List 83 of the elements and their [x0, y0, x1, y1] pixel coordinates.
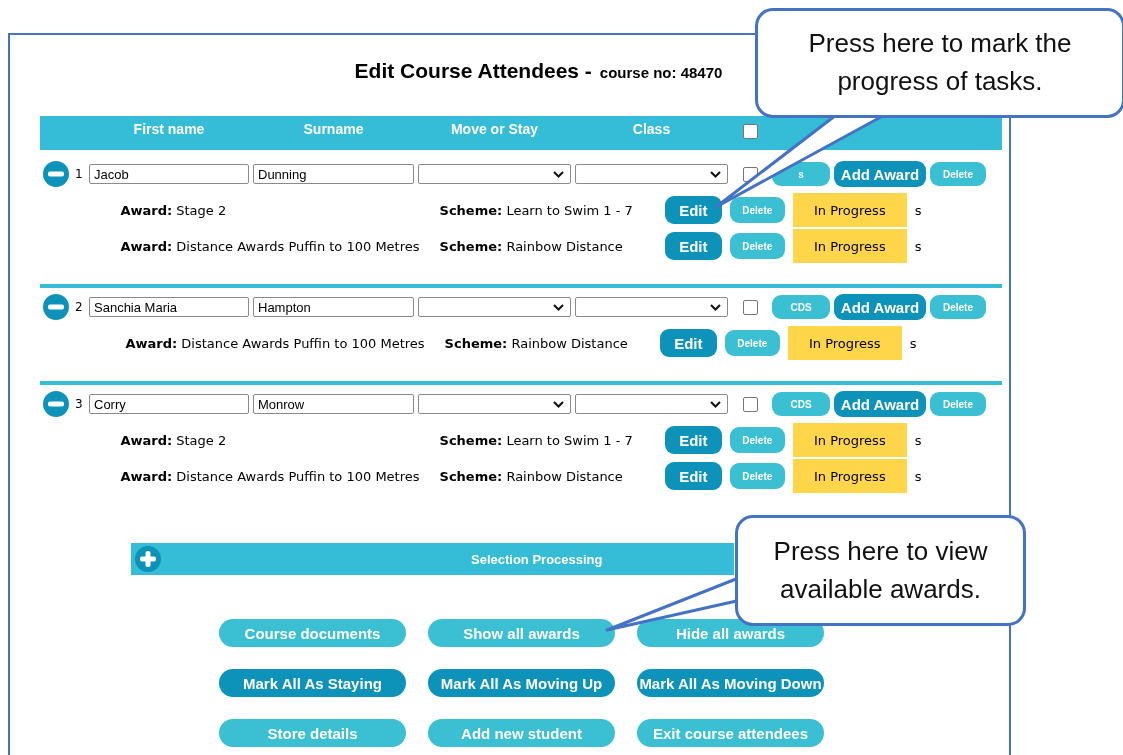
class-dropdown[interactable]	[575, 297, 728, 317]
edit-award-button[interactable]: Edit	[664, 232, 722, 260]
row-checkbox[interactable]	[742, 299, 758, 315]
award-text: Award: Distance Awards Puffin to 100 Metres	[120, 468, 421, 484]
chevron-down-icon	[710, 170, 721, 178]
action-button[interactable]: Exit course attendees	[637, 719, 824, 747]
chevron-down-icon	[710, 400, 721, 408]
collapse-icon[interactable]	[42, 293, 70, 321]
edit-award-button[interactable]: Edit	[664, 196, 722, 224]
action-button[interactable]: Show all awards	[428, 619, 615, 647]
delete-award-button[interactable]: Delete	[729, 463, 785, 489]
surname-field[interactable]: Dunning	[253, 164, 414, 184]
scheme-text: Scheme: Learn to Swim 1 - 7	[439, 432, 634, 448]
status-label[interactable]: In Progress	[792, 193, 907, 227]
row-number: 1	[75, 167, 83, 181]
column-header: Class	[631, 121, 672, 137]
class-dropdown[interactable]	[575, 394, 728, 414]
chevron-down-icon	[553, 303, 564, 311]
surname-field[interactable]: Hampton	[253, 297, 414, 317]
chevron-down-icon	[710, 303, 721, 311]
column-header: Surname	[302, 121, 365, 137]
action-button[interactable]: Add new student	[428, 719, 615, 747]
course-number: course no: 48470	[599, 64, 723, 81]
award-text: Award: Stage 2	[120, 202, 228, 218]
status-suffix: s	[914, 432, 922, 448]
column-header: Move or Stay	[449, 121, 540, 137]
move-or-stay-dropdown[interactable]	[418, 394, 571, 414]
scheme-text: Scheme: Rainbow Distance	[439, 238, 624, 254]
move-or-stay-dropdown[interactable]	[418, 297, 571, 317]
delete-student-button[interactable]: Delete	[930, 295, 986, 319]
add-award-button[interactable]: Add Award	[834, 391, 926, 417]
selection-processing-bar[interactable]: Selection Processing	[131, 543, 734, 575]
first-name-field[interactable]: Corry	[89, 394, 249, 414]
expand-icon[interactable]	[134, 545, 162, 573]
edit-award-button[interactable]: Edit	[664, 462, 722, 490]
cds-button[interactable]: CDS	[772, 392, 830, 416]
surname-field[interactable]: Monrow	[253, 394, 414, 414]
award-text: Award: Stage 2	[120, 432, 228, 448]
collapse-icon[interactable]	[42, 390, 70, 418]
class-dropdown[interactable]	[575, 164, 728, 184]
edit-award-button[interactable]: Edit	[664, 426, 722, 454]
scheme-text: Scheme: Rainbow Distance	[439, 468, 624, 484]
row-number: 3	[75, 397, 83, 411]
move-or-stay-dropdown[interactable]	[418, 164, 571, 184]
status-label[interactable]: In Progress	[787, 326, 902, 360]
action-button[interactable]: Store details	[219, 719, 406, 747]
chevron-down-icon	[553, 170, 564, 178]
action-button[interactable]: Course documents	[219, 619, 406, 647]
scheme-text: Scheme: Learn to Swim 1 - 7	[439, 202, 634, 218]
column-header: First name	[132, 121, 206, 137]
delete-award-button[interactable]: Delete	[729, 197, 785, 223]
first-name-field[interactable]: Sanchia Maria	[89, 297, 249, 317]
add-award-button[interactable]: Add Award	[834, 161, 926, 187]
status-suffix: s	[914, 202, 922, 218]
collapse-icon[interactable]	[42, 160, 70, 188]
add-award-button[interactable]: Add Award	[834, 294, 926, 320]
scheme-text: Scheme: Rainbow Distance	[444, 335, 629, 351]
delete-student-button[interactable]: Delete	[930, 392, 986, 416]
delete-award-button[interactable]: Delete	[729, 427, 785, 453]
status-label[interactable]: In Progress	[792, 229, 907, 263]
status-suffix: s	[909, 335, 917, 351]
action-button[interactable]: Mark All As Moving Down	[637, 669, 824, 697]
action-button[interactable]: Mark All As Moving Up	[428, 669, 615, 697]
action-button[interactable]: Mark All As Staying	[219, 669, 406, 697]
award-text: Award: Distance Awards Puffin to 100 Metres	[125, 335, 426, 351]
award-text: Award: Distance Awards Puffin to 100 Metres	[120, 238, 421, 254]
delete-student-button[interactable]: Delete	[930, 162, 986, 186]
row-number: 2	[75, 300, 83, 314]
section-title: Selection Processing	[471, 551, 603, 567]
status-label[interactable]: In Progress	[792, 423, 907, 457]
select-all-checkbox[interactable]	[742, 124, 758, 139]
status-suffix: s	[914, 468, 922, 484]
edit-award-button[interactable]: Edit	[659, 329, 717, 357]
status-suffix: s	[914, 238, 922, 254]
delete-award-button[interactable]: Delete	[729, 233, 785, 259]
first-name-field[interactable]: Jacob	[89, 164, 249, 184]
row-checkbox[interactable]	[742, 396, 758, 412]
callout: Press here to view available awards.	[735, 515, 1026, 626]
delete-award-button[interactable]: Delete	[724, 330, 780, 356]
status-label[interactable]: In Progress	[792, 459, 907, 493]
page-title: Edit Course Attendees -	[354, 59, 592, 83]
chevron-down-icon	[553, 400, 564, 408]
cds-button[interactable]: CDS	[772, 295, 830, 319]
